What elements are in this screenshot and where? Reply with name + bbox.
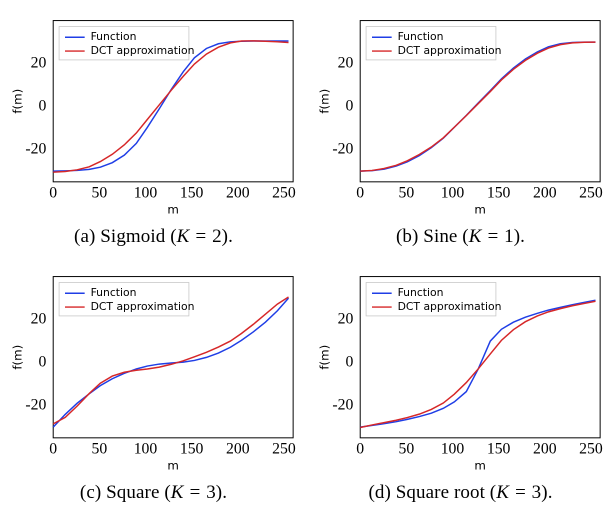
caption-close: ).	[514, 226, 525, 247]
svg-text:-20: -20	[332, 141, 353, 158]
k-eq: K =	[171, 482, 206, 503]
svg-text:250: 250	[272, 441, 296, 458]
k-val: 3	[532, 482, 542, 503]
svg-text:20: 20	[31, 311, 47, 328]
svg-text:20: 20	[338, 55, 354, 72]
caption-a: (a) Sigmoid (K = 2).	[6, 222, 301, 248]
svg-text:150: 150	[487, 441, 511, 458]
svg-text:250: 250	[579, 185, 603, 202]
svg-text:150: 150	[180, 185, 204, 202]
svg-text:DCT approximation: DCT approximation	[91, 300, 195, 313]
svg-text:DCT approximation: DCT approximation	[91, 44, 195, 57]
caption-close: ).	[216, 482, 227, 503]
svg-text:m: m	[474, 202, 486, 216]
svg-text:0: 0	[38, 98, 46, 115]
caption-b: (b) Sine (K = 1).	[313, 222, 608, 248]
svg-text:50: 50	[398, 441, 414, 458]
k-val: 1	[504, 226, 514, 247]
svg-text:m: m	[474, 458, 486, 472]
svg-text:DCT approximation: DCT approximation	[398, 300, 502, 313]
svg-text:Function: Function	[398, 30, 444, 43]
svg-text:50: 50	[91, 185, 107, 202]
chart-sqrt: 0 50 100 150 200 250 -20 0 20 m f(m) FunctionDCT ap…	[313, 260, 608, 478]
k-val: 3	[206, 482, 216, 503]
svg-text:0: 0	[345, 98, 353, 115]
k-val: 2	[212, 226, 222, 247]
svg-text:0: 0	[38, 354, 46, 371]
figure-grid: 050100150200250-20020mf(m)FunctionDCT ap…	[0, 0, 614, 512]
panel-a: 0 50 100 150 200 250 -20 0 20 m f(m) FunctionDCT ap…	[0, 0, 307, 256]
svg-text:100: 100	[134, 441, 158, 458]
svg-text:-20: -20	[25, 141, 46, 158]
svg-text:0: 0	[49, 185, 57, 202]
svg-text:DCT approximation: DCT approximation	[398, 44, 502, 57]
chart-sigmoid: 0 50 100 150 200 250 -20 0 20 m f(m) FunctionDCT ap…	[6, 4, 301, 222]
k-eq: K =	[496, 482, 531, 503]
svg-text:Function: Function	[91, 30, 137, 43]
svg-text:-20: -20	[332, 397, 353, 414]
svg-text:f(m): f(m)	[318, 89, 332, 114]
svg-text:m: m	[167, 202, 179, 216]
chart-square: 0 50 100 150 200 250 -20 0 20 m f(m) FunctionDCT ap…	[6, 260, 301, 478]
caption-text: (b) Sine (	[396, 226, 469, 247]
svg-text:100: 100	[134, 185, 158, 202]
svg-text:100: 100	[441, 185, 465, 202]
svg-text:m: m	[167, 458, 179, 472]
panel-c: 0 50 100 150 200 250 -20 0 20 m f(m) FunctionDCT ap…	[0, 256, 307, 512]
svg-text:f(m): f(m)	[11, 345, 25, 370]
caption-close: ).	[222, 226, 233, 247]
svg-text:200: 200	[226, 441, 250, 458]
svg-text:0: 0	[49, 441, 57, 458]
caption-c: (c) Square (K = 3).	[6, 478, 301, 504]
caption-text: (a) Sigmoid (	[74, 226, 177, 247]
svg-text:200: 200	[533, 185, 557, 202]
svg-text:100: 100	[441, 441, 465, 458]
svg-text:200: 200	[226, 185, 250, 202]
panel-d: 0 50 100 150 200 250 -20 0 20 m f(m) FunctionDCT ap…	[307, 256, 614, 512]
svg-text:200: 200	[533, 441, 557, 458]
svg-text:20: 20	[338, 311, 354, 328]
svg-text:250: 250	[579, 441, 603, 458]
svg-text:50: 50	[91, 441, 107, 458]
svg-text:0: 0	[345, 354, 353, 371]
svg-text:0: 0	[356, 185, 364, 202]
svg-text:f(m): f(m)	[318, 345, 332, 370]
caption-close: ).	[541, 482, 552, 503]
svg-text:150: 150	[487, 185, 511, 202]
svg-text:20: 20	[31, 55, 47, 72]
svg-text:150: 150	[180, 441, 204, 458]
svg-text:-20: -20	[25, 397, 46, 414]
caption-text: (d) Square root (	[368, 482, 496, 503]
caption-text: (c) Square (	[80, 482, 171, 503]
k-eq: K =	[177, 226, 212, 247]
chart-sine: 0 50 100 150 200 250 -20 0 20 m f(m) FunctionDCT ap…	[313, 4, 608, 222]
svg-text:Function: Function	[398, 286, 444, 299]
svg-text:f(m): f(m)	[11, 89, 25, 114]
svg-text:Function: Function	[91, 286, 137, 299]
svg-text:50: 50	[398, 185, 414, 202]
svg-text:0: 0	[356, 441, 364, 458]
caption-d: (d) Square root (K = 3).	[313, 478, 608, 504]
k-eq: K =	[469, 226, 504, 247]
panel-b: 0 50 100 150 200 250 -20 0 20 m f(m) FunctionDCT ap…	[307, 0, 614, 256]
svg-text:250: 250	[272, 185, 296, 202]
